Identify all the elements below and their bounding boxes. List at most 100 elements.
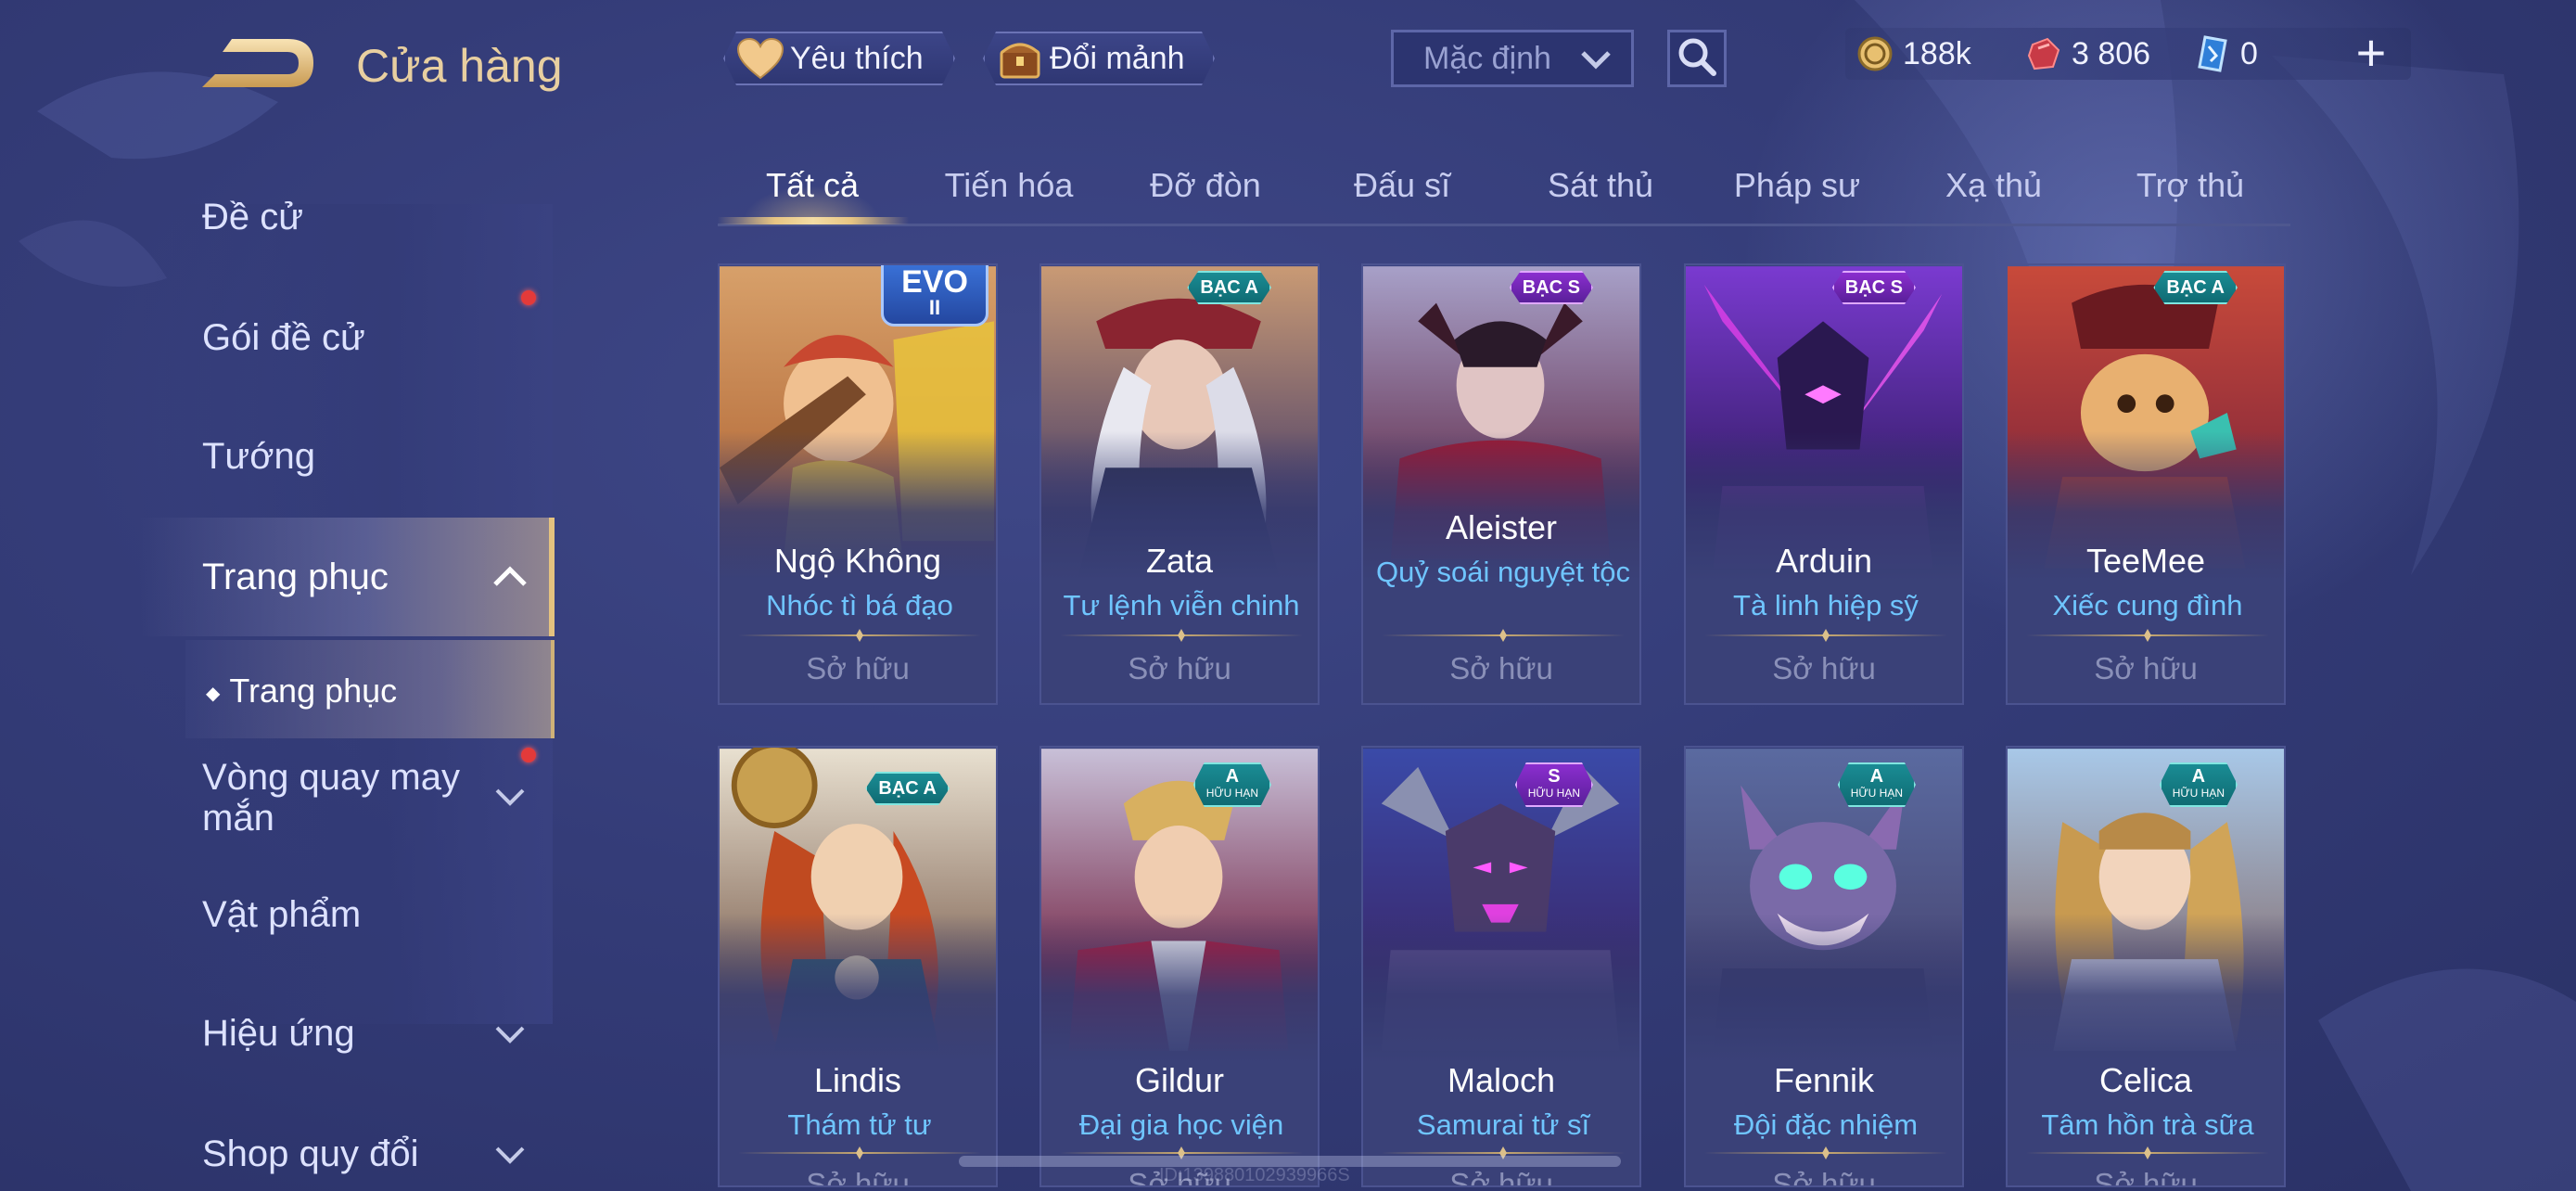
- tab-evolution[interactable]: Tiến hóa: [916, 158, 1102, 226]
- chevron-up-icon: [490, 560, 530, 598]
- evo-badge: EVO II: [881, 265, 988, 327]
- skin-name: Tư lệnh viễn chinh: [1063, 589, 1300, 621]
- ruby-gem-icon: [2025, 35, 2062, 72]
- tab-mage[interactable]: Pháp sư: [1704, 158, 1890, 226]
- hero-name: Arduin: [1775, 542, 1873, 580]
- owned-status: Sở hữu: [1128, 651, 1231, 685]
- skin-card[interactable]: A HỮU HẠN Gildur Đại gia học viện Sở hữu: [1039, 746, 1320, 1187]
- rarity-badge: BẠC S: [1510, 271, 1593, 304]
- skin-card[interactable]: A HỮU HẠN Fennik Đội đặc nhiệm Sở hữu: [1684, 746, 1964, 1187]
- sidebar-item-items[interactable]: Vật phẩm: [202, 894, 361, 936]
- search-icon: [1675, 34, 1719, 83]
- skin-card[interactable]: BẠC S Arduin Tà linh hiệp sỹ Sở hữu: [1684, 263, 1964, 705]
- diamond-bullet-icon: ◆: [206, 683, 221, 704]
- sidebar-item-recommended[interactable]: Đề cử: [202, 197, 303, 238]
- exchange-shard-label: Đổi mảnh: [1050, 40, 1185, 76]
- rarity-badge: BẠC S: [1832, 271, 1916, 304]
- voucher-icon: [2194, 35, 2231, 72]
- skin-card[interactable]: S HỮU HẠN Maloch Samurai tử sĩ Sở hữu: [1361, 746, 1641, 1187]
- sort-value: Mặc định: [1423, 40, 1551, 76]
- chevron-down-icon[interactable]: [490, 1137, 530, 1175]
- sidebar-item-skins[interactable]: Trang phục: [202, 557, 389, 598]
- sort-dropdown[interactable]: Mặc định: [1391, 30, 1634, 87]
- tab-fighter[interactable]: Đấu sĩ: [1309, 158, 1495, 226]
- rarity-badge: A HỮU HẠN: [1193, 762, 1271, 807]
- favorite-button[interactable]: Yêu thích: [723, 32, 955, 85]
- notification-dot: [521, 748, 536, 762]
- card-divider: [1382, 1152, 1625, 1154]
- skin-name: Tâm hồn trà sữa: [2041, 1108, 2254, 1141]
- heart-icon: [736, 36, 784, 81]
- exchange-shard-button[interactable]: Đổi mảnh: [983, 32, 1215, 85]
- sidebar-item-exchange-shop[interactable]: Shop quy đổi: [202, 1133, 419, 1175]
- chevron-down-icon[interactable]: [490, 779, 530, 817]
- rarity-badge: A HỮU HẠN: [2160, 762, 2238, 807]
- skin-name: Quỷ soái nguyệt tộc: [1376, 556, 1630, 588]
- skin-card[interactable]: BẠC S Aleister Quỷ soái nguyệt tộc Sở hữ…: [1361, 263, 1641, 705]
- ruby-amount: 3 806: [2072, 35, 2151, 71]
- card-divider: [1060, 634, 1303, 636]
- hero-name: Gildur: [1134, 1061, 1225, 1099]
- sidebar-subitem-skins[interactable]: ◆ Trang phục: [206, 672, 397, 711]
- sidebar-item-recommended-packs[interactable]: Gói đề cử: [202, 317, 365, 359]
- back-button[interactable]: [195, 33, 315, 98]
- owned-status: Sở hữu: [806, 651, 910, 685]
- skin-name: Nhóc tì bá đạo: [766, 589, 953, 621]
- player-id-watermark: ID:139880102939966S: [1159, 1165, 1350, 1185]
- card-divider: [738, 634, 981, 636]
- owned-status: Sở hữu: [1449, 651, 1553, 685]
- active-tab-underline: [718, 217, 909, 224]
- sidebar-item-effects[interactable]: Hiệu ứng: [202, 1013, 355, 1055]
- skin-name: Xiếc cung đình: [2052, 589, 2243, 621]
- hero-name: Aleister: [1445, 508, 1558, 546]
- tab-assassin[interactable]: Sát thủ: [1508, 158, 1693, 226]
- chevron-down-icon: [1579, 45, 1613, 82]
- rarity-badge: A HỮU HẠN: [1838, 762, 1916, 807]
- skin-card[interactable]: A HỮU HẠN Celica Tâm hồn trà sữa Sở hữu: [2006, 746, 2286, 1187]
- owned-status: Sở hữu: [1449, 1167, 1553, 1187]
- sidebar-subitem-label: Trang phục: [229, 672, 398, 710]
- card-divider: [2026, 634, 2269, 636]
- card-divider: [2026, 1152, 2269, 1154]
- notification-dot: [521, 290, 536, 305]
- chevron-down-icon[interactable]: [490, 1017, 530, 1055]
- skin-card[interactable]: BẠC A Lindis Thám tử tư Sở hữu: [718, 746, 998, 1187]
- skin-name: Tà linh hiệp sỹ: [1733, 589, 1919, 621]
- tab-support[interactable]: Trợ thủ: [2098, 158, 2283, 226]
- rarity-badge: BẠC A: [2153, 271, 2238, 304]
- skin-name: Samurai tử sĩ: [1416, 1108, 1590, 1141]
- hero-name: Maloch: [1447, 1061, 1556, 1099]
- search-button[interactable]: [1667, 30, 1727, 87]
- skin-card[interactable]: BẠC A TeeMee Xiếc cung đình Sở hữu: [2006, 263, 2286, 705]
- skin-name: Thám tử tư: [787, 1108, 932, 1141]
- skin-card[interactable]: EVO II Ngộ Không Nhóc tì bá đạo Sở hữu: [718, 263, 998, 705]
- hero-name: Lindis: [813, 1061, 902, 1099]
- gold-currency: 188k: [1856, 28, 1971, 80]
- top-up-plus-button[interactable]: +: [2350, 27, 2392, 79]
- card-divider: [1704, 1152, 1947, 1154]
- rarity-badge: BẠC A: [865, 772, 950, 805]
- sidebar-item-lucky-wheel[interactable]: Vòng quay may mắn: [202, 757, 480, 839]
- tab-marksman[interactable]: Xạ thủ: [1901, 158, 2086, 226]
- hero-name: Zata: [1145, 542, 1214, 580]
- voucher-amount: 0: [2240, 35, 2258, 71]
- tab-tank[interactable]: Đỡ đòn: [1113, 158, 1298, 226]
- skin-card[interactable]: BẠC A Zata Tư lệnh viễn chinh Sở hữu: [1039, 263, 1320, 705]
- category-tabs: Tất cả Tiến hóa Đỡ đòn Đấu sĩ Sát thủ Ph…: [718, 158, 2290, 226]
- rarity-badge: S HỮU HẠN: [1515, 762, 1593, 807]
- favorite-label: Yêu thích: [790, 40, 924, 76]
- hero-name: Ngộ Không: [773, 542, 942, 580]
- owned-status: Sở hữu: [2094, 651, 2198, 685]
- skin-name: Đại gia học viện: [1078, 1108, 1284, 1141]
- owned-status: Sở hữu: [806, 1167, 910, 1187]
- card-divider: [1060, 1152, 1303, 1154]
- rarity-badge: BẠC A: [1187, 271, 1271, 304]
- hero-name: TeeMee: [2085, 542, 2206, 580]
- treasure-chest-icon: [996, 36, 1044, 81]
- sidebar-item-heroes[interactable]: Tướng: [202, 436, 315, 478]
- gold-coin-icon: [1856, 35, 1894, 72]
- ruby-currency: 3 806: [2025, 28, 2150, 80]
- owned-status: Sở hữu: [1772, 1167, 1876, 1187]
- gold-amount: 188k: [1903, 35, 1971, 71]
- back-arrow-icon: [202, 39, 313, 87]
